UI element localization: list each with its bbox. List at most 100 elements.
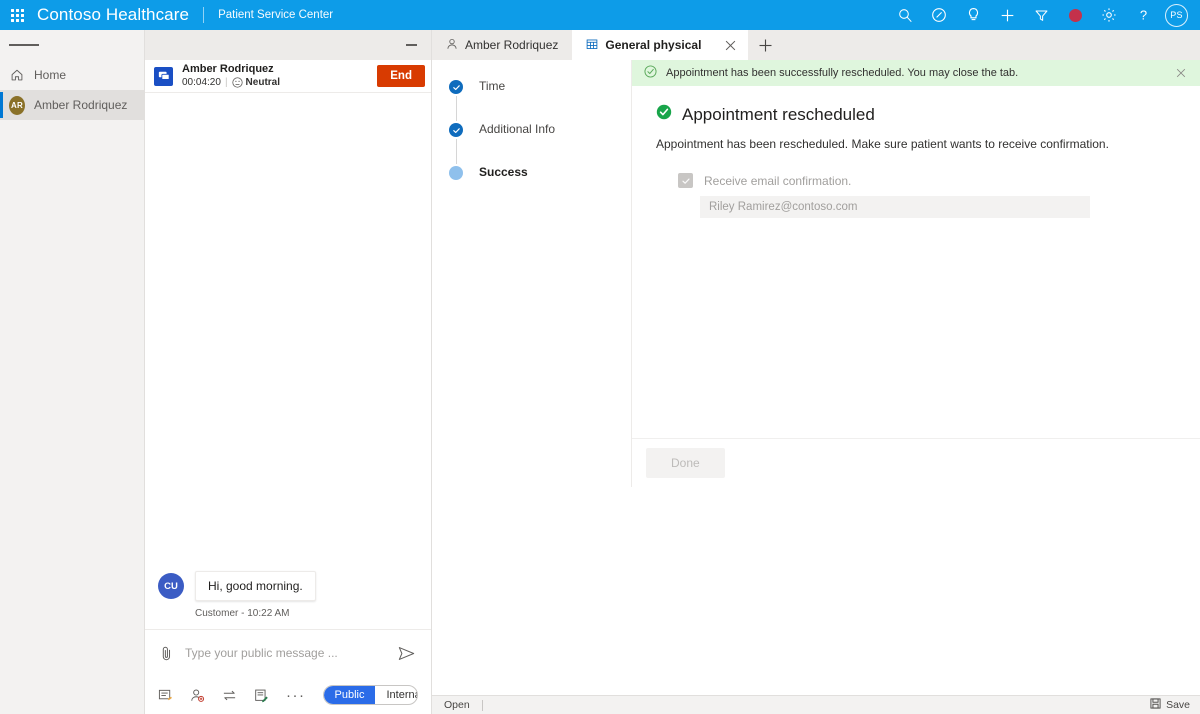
step-label: Time — [479, 79, 505, 93]
chat-session-meta: Amber Rodriquez 00:04:20 | Neutral — [182, 63, 368, 89]
message-composer: ··· Public Internal — [145, 629, 431, 714]
sidebar-item-home[interactable]: Home — [0, 60, 144, 90]
message-visibility-toggle[interactable]: Public Internal — [323, 685, 419, 705]
step-connector — [456, 96, 457, 121]
receive-email-confirmation-checkbox[interactable]: Receive email confirmation. — [656, 173, 1176, 188]
person-icon — [446, 38, 458, 53]
step-status-icon — [449, 166, 463, 180]
checkmark-icon — [678, 173, 693, 188]
more-icon[interactable]: ··· — [286, 688, 306, 703]
work-area-background — [432, 487, 1200, 695]
chat-session-header: Amber Rodriquez 00:04:20 | Neutral End — [145, 60, 431, 93]
page-description: Appointment has been rescheduled. Make s… — [656, 137, 1176, 151]
chat-customer-name: Amber Rodriquez — [182, 63, 368, 77]
tab-strip: Amber Rodriquez General physical — [432, 30, 1200, 60]
avatar-initials: AR — [9, 96, 25, 115]
calendar-icon — [586, 38, 598, 53]
form-action-bar: Done — [632, 438, 1200, 487]
notes-icon[interactable] — [254, 688, 269, 703]
brand-subtitle: Patient Service Center — [218, 9, 333, 21]
sentiment-label: Neutral — [246, 77, 280, 90]
chat-message: CU Hi, good morning. Customer - 10:22 AM — [158, 571, 417, 619]
separator: | — [225, 77, 228, 90]
lightbulb-icon[interactable] — [956, 0, 990, 30]
sidebar: Home AR Amber Rodriquez — [0, 30, 145, 714]
toggle-option-public[interactable]: Public — [324, 686, 376, 704]
step-label: Success — [479, 165, 528, 179]
sidebar-item-label: Home — [34, 68, 66, 82]
record-status[interactable]: Open — [444, 699, 470, 711]
success-check-icon — [644, 65, 657, 81]
step-time[interactable]: Time — [449, 78, 631, 121]
tab-label: Amber Rodriquez — [465, 38, 558, 52]
avatar: CU — [158, 573, 184, 599]
brand-title: Contoso Healthcare — [37, 5, 189, 25]
success-panel: Appointment rescheduled Appointment has … — [632, 86, 1200, 218]
chat-transcript: CU Hi, good morning. Customer - 10:22 AM — [145, 93, 431, 629]
chat-channel-icon — [154, 67, 173, 86]
save-icon — [1150, 698, 1161, 712]
close-icon[interactable] — [1172, 68, 1190, 78]
add-tab-icon[interactable] — [748, 30, 782, 60]
dashboard-icon[interactable] — [922, 0, 956, 30]
transfer-icon[interactable] — [222, 688, 237, 703]
step-status-icon — [449, 123, 463, 137]
avatar[interactable]: PS — [1165, 4, 1188, 27]
separator — [482, 700, 483, 711]
composer-toolbar: ··· Public Internal — [145, 676, 431, 714]
home-icon — [9, 68, 25, 82]
step-success[interactable]: Success — [449, 164, 631, 207]
banner-message: Appointment has been successfully resche… — [666, 67, 1163, 79]
message-input[interactable] — [185, 646, 387, 660]
send-icon[interactable] — [395, 646, 417, 661]
search-icon[interactable] — [888, 0, 922, 30]
step-status-icon — [449, 80, 463, 94]
record-status-icon[interactable] — [1058, 0, 1092, 30]
avatar: AR — [9, 96, 25, 115]
add-agent-icon[interactable] — [190, 688, 205, 703]
message-bubble: Hi, good morning. — [195, 571, 316, 601]
email-field[interactable] — [700, 196, 1090, 218]
svg-text:?: ? — [1139, 7, 1146, 22]
top-brand-bar: Contoso Healthcare Patient Service Cente… — [0, 0, 1200, 30]
sidebar-item-label: Amber Rodriquez — [34, 98, 127, 112]
help-icon[interactable]: ? — [1126, 0, 1160, 30]
hamburger-icon[interactable] — [0, 30, 144, 60]
message-meta: Customer - 10:22 AM — [195, 608, 417, 619]
tab-amber-rodriquez[interactable]: Amber Rodriquez — [432, 30, 572, 60]
quick-reply-icon[interactable] — [158, 688, 173, 703]
chat-duration: 00:04:20 — [182, 77, 221, 90]
end-session-button[interactable]: End — [377, 65, 425, 87]
sentiment-indicator: Neutral — [232, 77, 280, 90]
sidebar-item-amber-rodriquez[interactable]: AR Amber Rodriquez — [0, 90, 144, 120]
avatar-initials: CU — [164, 581, 178, 592]
paperclip-icon[interactable] — [155, 645, 177, 662]
save-label: Save — [1166, 699, 1190, 711]
gear-icon[interactable] — [1092, 0, 1126, 30]
avatar-initials: PS — [1170, 10, 1183, 20]
brand-actions: ? PS — [888, 0, 1200, 30]
app-launcher-icon[interactable] — [0, 0, 34, 30]
wizard-stepper: Time Additional Info Success — [432, 60, 632, 487]
chat-panel-toolbar — [145, 30, 431, 60]
filter-icon[interactable] — [1024, 0, 1058, 30]
app-root: Contoso Healthcare Patient Service Cente… — [0, 0, 1200, 714]
toggle-option-internal[interactable]: Internal — [375, 686, 418, 704]
step-connector — [456, 139, 457, 164]
save-button[interactable]: Save — [1150, 698, 1190, 712]
done-button[interactable]: Done — [646, 448, 725, 478]
tab-general-physical[interactable]: General physical — [572, 30, 748, 60]
step-additional-info[interactable]: Additional Info — [449, 121, 631, 164]
page-title-row: Appointment rescheduled — [656, 104, 1176, 125]
step-label: Additional Info — [479, 122, 555, 136]
status-bar: Open Save — [432, 695, 1200, 714]
success-banner: Appointment has been successfully resche… — [632, 60, 1200, 86]
main-content: Appointment has been successfully resche… — [632, 60, 1200, 487]
checkbox-label: Receive email confirmation. — [704, 174, 851, 188]
neutral-face-icon — [232, 77, 243, 88]
brand-divider — [203, 7, 204, 23]
close-icon[interactable] — [720, 35, 740, 55]
plus-icon[interactable] — [990, 0, 1024, 30]
chat-panel: Amber Rodriquez 00:04:20 | Neutral End C… — [145, 30, 432, 714]
minimize-icon[interactable] — [403, 37, 419, 53]
